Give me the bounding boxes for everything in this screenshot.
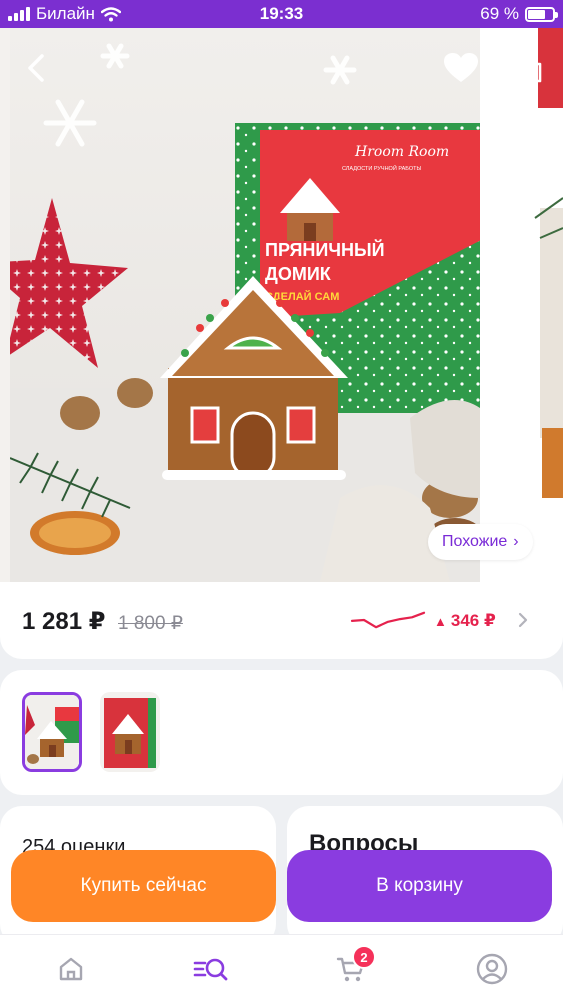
cart-badge: 2: [352, 945, 376, 969]
similar-products-button[interactable]: Похожие ›: [428, 524, 533, 560]
svg-text:Hroom Room: Hroom Room: [354, 144, 449, 160]
triangle-up-icon: ▲: [434, 613, 447, 629]
next-photo-peek: [480, 28, 563, 582]
thumbnail-2[interactable]: [100, 692, 160, 772]
price-trend-sparkline: [350, 611, 426, 629]
battery-level: [528, 9, 545, 19]
favorite-button[interactable]: [442, 50, 480, 86]
tab-home[interactable]: [53, 951, 89, 987]
heart-icon: [444, 53, 478, 82]
tab-bar: [0, 934, 563, 1000]
svg-text:ДОМИК: ДОМИК: [265, 264, 332, 284]
add-to-cart-button[interactable]: В корзину: [287, 850, 552, 922]
svg-text:СЛАДОСТИ РУЧНОЙ РАБОТЫ: СЛАДОСТИ РУЧНОЙ РАБОТЫ: [342, 164, 421, 172]
similar-label: Похожие: [442, 533, 508, 550]
price-card[interactable]: 1 281 ₽ 1 800 ₽ ▲ 346 ₽: [0, 582, 563, 659]
svg-text:ПРЯНИЧНЫЙ: ПРЯНИЧНЫЙ: [265, 239, 385, 260]
home-icon: [59, 957, 83, 981]
status-right: 69 %: [480, 4, 558, 24]
chevron-right-icon: ›: [513, 533, 519, 550]
battery-icon: [525, 6, 558, 22]
status-bar: Билайн 19:33 69 %: [0, 0, 563, 28]
product-gallery[interactable]: Hroom Room СЛАДОСТИ РУЧНОЙ РАБОТЫ ПРЯНИЧ…: [0, 28, 563, 582]
status-time: 19:33: [259, 4, 304, 23]
chevron-right-icon[interactable]: [516, 611, 530, 629]
price-current: 1 281 ₽: [22, 608, 106, 635]
buy-now-button[interactable]: Купить сейчас: [11, 850, 276, 922]
thumbnails-card: [0, 670, 563, 795]
thumbnail-1[interactable]: [22, 692, 82, 772]
price-change: ▲ 346 ₽: [434, 611, 496, 631]
price-old: 1 800 ₽: [118, 613, 183, 634]
tab-profile[interactable]: [474, 951, 510, 987]
chevron-left-icon: [28, 54, 44, 82]
profile-icon: [476, 953, 508, 985]
product-photo: Hroom Room СЛАДОСТИ РУЧНОЙ РАБОТЫ ПРЯНИЧ…: [10, 28, 480, 582]
battery-percent: 69 %: [480, 4, 519, 23]
catalog-search-icon: [193, 958, 228, 981]
share-button[interactable]: [510, 48, 548, 86]
price-change-value: 346 ₽: [450, 611, 496, 630]
share-icon: [516, 51, 542, 83]
back-button[interactable]: [18, 50, 54, 86]
tab-catalog[interactable]: [193, 951, 229, 987]
